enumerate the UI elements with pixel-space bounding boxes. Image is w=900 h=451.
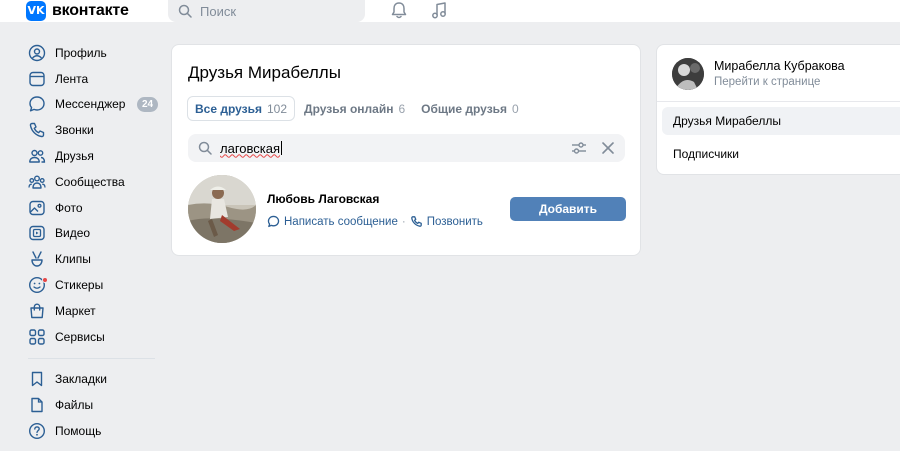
- profile-name[interactable]: Мирабелла Кубракова: [714, 59, 845, 73]
- file-icon: [28, 396, 46, 414]
- photo-icon: [28, 199, 46, 217]
- profile-icon: [28, 44, 46, 62]
- bell-icon[interactable]: [390, 1, 408, 20]
- friends-tabs: Все друзья 102 Друзья онлайн 6 Общие дру…: [187, 96, 528, 121]
- sidebar-item-label: Закладки: [55, 372, 107, 387]
- bookmark-icon: [28, 370, 46, 388]
- go-to-page-link[interactable]: Перейти к странице: [714, 76, 820, 88]
- sidebar-divider: [28, 357, 155, 359]
- services-icon: [28, 328, 46, 346]
- clips-icon: [28, 250, 46, 268]
- sidebar-item-friends[interactable]: Друзья: [28, 143, 163, 169]
- phone-icon: [28, 121, 46, 139]
- sidebar-item-label: Мессенджер: [55, 97, 126, 112]
- add-friend-button[interactable]: Добавить: [510, 197, 626, 221]
- tab-all-friends[interactable]: Все друзья 102: [187, 96, 296, 121]
- sidebar-item-label: Видео: [55, 226, 91, 241]
- search-icon: [198, 141, 212, 155]
- sidebar-item-clips[interactable]: Клипы: [28, 246, 163, 272]
- search-input[interactable]: Поиск: [168, 0, 365, 22]
- tab-friends-online[interactable]: Друзья онлайн 6: [297, 96, 412, 121]
- sidebar-item-bookmarks[interactable]: Закладки: [28, 367, 163, 393]
- top-header: VK вконтакте Поиск: [0, 0, 900, 22]
- sidebar-item-label: Сервисы: [55, 329, 105, 344]
- left-sidebar: Профиль Лента Мессенджер 24 Звонки Друзь…: [28, 40, 163, 444]
- sidebar-item-label: Маркет: [55, 303, 96, 318]
- tab-label: Общие друзья: [421, 101, 508, 116]
- sidebar-item-label: Друзья: [55, 149, 94, 164]
- clear-icon[interactable]: [601, 141, 615, 155]
- call-link[interactable]: Позвонить: [427, 216, 483, 228]
- messenger-icon: [28, 95, 46, 113]
- tab-count: 0: [512, 101, 519, 116]
- tab-label: Друзья онлайн: [304, 101, 394, 116]
- sidebar-item-label: Стикеры: [55, 278, 104, 293]
- text-caret: [281, 141, 283, 155]
- sidebar-item-label: Звонки: [55, 123, 94, 138]
- unread-count-badge: 24: [137, 96, 158, 112]
- new-indicator-dot: [42, 277, 48, 284]
- message-icon: [267, 215, 280, 228]
- market-icon: [28, 302, 46, 320]
- music-note-icon[interactable]: [430, 1, 448, 20]
- sidebar-item-label: Сообщества: [55, 174, 125, 189]
- video-icon: [28, 224, 46, 242]
- vk-logo[interactable]: VK вконтакте: [26, 0, 129, 21]
- search-placeholder: Поиск: [200, 3, 237, 19]
- divider: [657, 101, 900, 102]
- tab-count: 102: [267, 101, 288, 116]
- page-title: Друзья Мирабеллы: [188, 63, 341, 82]
- tab-count: 6: [398, 101, 406, 116]
- logo-text: вконтакте: [52, 1, 129, 19]
- sidebar-item-help[interactable]: Помощь: [28, 418, 163, 444]
- sidebar-item-communities[interactable]: Сообщества: [28, 169, 163, 195]
- friends-search-input[interactable]: лаговская: [188, 134, 625, 162]
- sidebar-item-label: Фото: [55, 200, 83, 215]
- sidebar-item-services[interactable]: Сервисы: [28, 324, 163, 350]
- search-icon: [178, 4, 192, 18]
- friends-icon: [28, 147, 46, 165]
- profile-side-panel: Мирабелла Кубракова Перейти к странице Д…: [656, 44, 900, 175]
- sidebar-item-calls[interactable]: Звонки: [28, 117, 163, 143]
- friend-actions: Написать сообщение · Позвонить: [267, 215, 483, 228]
- write-message-link[interactable]: Написать сообщение: [284, 216, 398, 228]
- sidebar-item-profile[interactable]: Профиль: [28, 40, 163, 66]
- vk-logo-icon: VK: [26, 0, 46, 21]
- sidebar-item-label: Клипы: [55, 252, 91, 267]
- sidebar-item-video[interactable]: Видео: [28, 221, 163, 247]
- filter-sliders-icon[interactable]: [571, 141, 587, 155]
- sidebar-item-files[interactable]: Файлы: [28, 392, 163, 418]
- search-query: лаговская: [220, 140, 281, 156]
- feed-icon: [28, 70, 46, 88]
- help-icon: [28, 422, 46, 440]
- tab-mutual-friends[interactable]: Общие друзья 0: [414, 96, 526, 121]
- sidebar-item-label: Профиль: [55, 45, 107, 60]
- sidebar-item-label: Помощь: [55, 424, 102, 439]
- side-menu-item-followers[interactable]: Подписчики: [673, 147, 739, 161]
- action-separator: ·: [401, 215, 406, 228]
- tab-label: Все друзья: [195, 101, 262, 116]
- side-menu-item-friends[interactable]: Друзья Мирабеллы: [662, 107, 900, 135]
- friend-name[interactable]: Любовь Лаговская: [267, 192, 379, 206]
- phone-icon: [410, 216, 422, 227]
- sidebar-item-photo[interactable]: Фото: [28, 195, 163, 221]
- communities-icon: [28, 173, 46, 191]
- avatar[interactable]: [672, 58, 704, 90]
- sidebar-item-feed[interactable]: Лента: [28, 66, 163, 92]
- friend-result-row: Любовь Лаговская Написать сообщение · По…: [188, 175, 626, 245]
- sidebar-item-market[interactable]: Маркет: [28, 298, 163, 324]
- friend-avatar[interactable]: [188, 175, 256, 243]
- sidebar-item-stickers[interactable]: Стикеры: [28, 272, 163, 298]
- sidebar-item-messenger[interactable]: Мессенджер 24: [28, 92, 163, 118]
- friends-panel: Друзья Мирабеллы Все друзья 102 Друзья о…: [171, 44, 641, 256]
- sidebar-item-label: Лента: [55, 71, 89, 86]
- sidebar-item-label: Файлы: [55, 398, 94, 413]
